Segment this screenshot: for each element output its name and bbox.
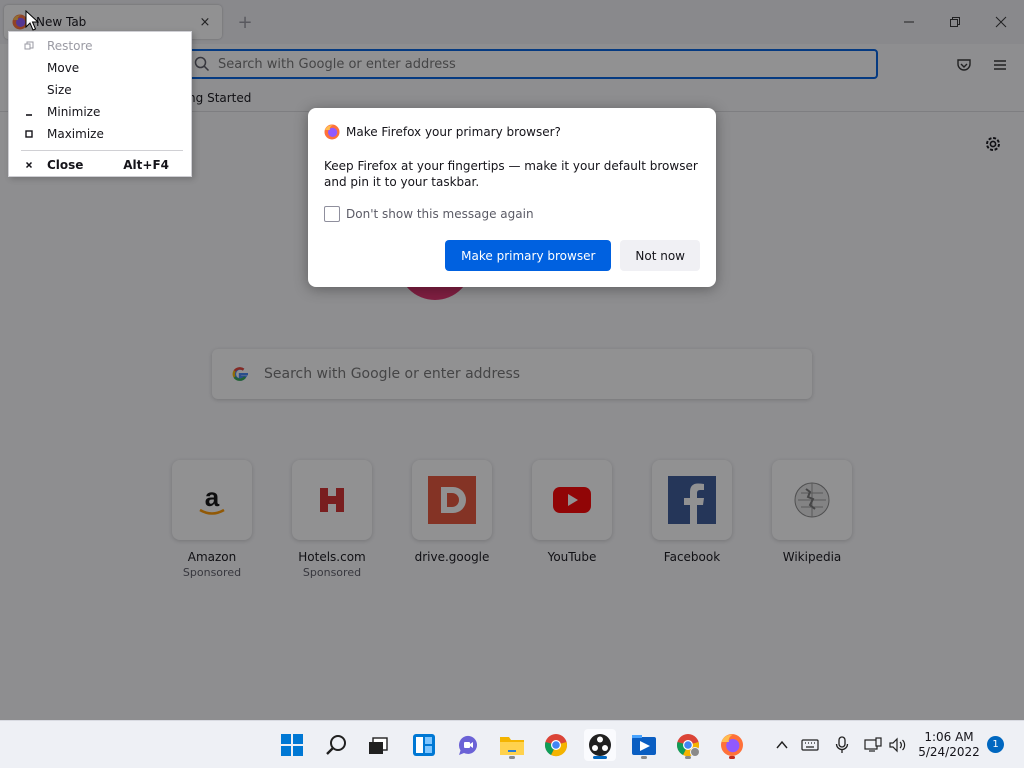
- firefox-icon[interactable]: [716, 729, 748, 761]
- chrome-profile-icon[interactable]: [672, 729, 704, 761]
- top-site-facebook[interactable]: Facebook: [650, 460, 734, 566]
- mouse-cursor-icon: [25, 10, 39, 31]
- tab-title: New Tab: [36, 15, 87, 29]
- search-icon: [194, 56, 210, 72]
- menu-separator: [21, 150, 183, 151]
- top-site-amazon[interactable]: a Amazon Sponsored: [170, 460, 254, 579]
- media-player-icon[interactable]: [628, 729, 660, 761]
- dont-show-again-label: Don't show this message again: [346, 207, 534, 221]
- google-icon: [232, 367, 248, 381]
- search-icon[interactable]: [320, 729, 352, 761]
- top-sites: a Amazon Sponsored Hotels.com Sponsored: [170, 460, 870, 590]
- hotels-icon: [320, 488, 344, 512]
- drive-icon: [428, 476, 476, 524]
- menu-item-close[interactable]: Close Alt+F4: [9, 154, 191, 176]
- menu-item-minimize[interactable]: Minimize: [9, 101, 191, 123]
- dialog-message: Keep Firefox at your fingertips — make i…: [324, 159, 698, 189]
- dont-show-again-row[interactable]: Don't show this message again: [324, 206, 700, 222]
- task-view-icon[interactable]: [362, 729, 394, 761]
- menu-item-size[interactable]: Size: [9, 79, 191, 101]
- close-icon: [23, 159, 35, 171]
- taskbar-clock[interactable]: 1:06 AM 5/24/2022: [916, 730, 982, 760]
- top-site-drive[interactable]: drive.google: [410, 460, 494, 566]
- make-primary-browser-button[interactable]: Make primary browser: [445, 240, 612, 271]
- minimize-icon[interactable]: [886, 0, 932, 44]
- menu-item-restore[interactable]: Restore: [9, 35, 191, 57]
- widgets-icon[interactable]: [408, 729, 440, 761]
- new-tab-button[interactable]: +: [234, 11, 256, 33]
- restore-icon[interactable]: [932, 0, 978, 44]
- gear-icon[interactable]: [983, 134, 1003, 154]
- maximize-icon: [23, 128, 35, 140]
- file-explorer-icon[interactable]: [496, 729, 528, 761]
- amazon-icon: a: [199, 482, 225, 515]
- keyboard-icon[interactable]: [800, 735, 820, 755]
- pocket-icon[interactable]: [954, 55, 974, 75]
- close-icon[interactable]: [978, 0, 1024, 44]
- default-browser-dialog: Make Firefox your primary browser? Keep …: [308, 108, 716, 287]
- firefox-icon: [324, 124, 340, 140]
- restore-icon: [23, 40, 35, 52]
- clock-date: 5/24/2022: [918, 745, 980, 759]
- microphone-icon[interactable]: [832, 735, 852, 755]
- top-site-hotels[interactable]: Hotels.com Sponsored: [290, 460, 374, 579]
- top-site-wikipedia[interactable]: Wikipedia: [770, 460, 854, 566]
- windows-taskbar: 1:06 AM 5/24/2022 1: [0, 720, 1024, 768]
- windows-start-icon[interactable]: [276, 729, 308, 761]
- address-input[interactable]: [218, 56, 876, 72]
- newtab-search-box[interactable]: [212, 349, 812, 399]
- window-system-menu: Restore Move Size Minimize Maximize Clos…: [8, 31, 192, 177]
- facebook-icon: [668, 476, 716, 524]
- network-icon[interactable]: [863, 735, 883, 755]
- clock-time: 1:06 AM: [924, 730, 974, 744]
- address-bar[interactable]: [182, 49, 878, 79]
- dont-show-again-checkbox[interactable]: [324, 206, 340, 222]
- svg-text:a: a: [205, 482, 220, 512]
- close-shortcut: Alt+F4: [123, 158, 169, 172]
- menu-item-maximize[interactable]: Maximize: [9, 123, 191, 145]
- teams-chat-icon[interactable]: [452, 729, 484, 761]
- chevron-up-icon[interactable]: [772, 735, 792, 755]
- speaker-icon[interactable]: [888, 735, 908, 755]
- notification-badge[interactable]: 1: [987, 736, 1004, 753]
- dialog-title: Make Firefox your primary browser?: [346, 125, 561, 139]
- chrome-icon[interactable]: [540, 729, 572, 761]
- top-site-youtube[interactable]: YouTube: [530, 460, 614, 566]
- wikipedia-icon: [794, 482, 830, 518]
- minimize-icon: [23, 106, 35, 118]
- hamburger-menu-icon[interactable]: [990, 55, 1010, 75]
- menu-item-move[interactable]: Move: [9, 57, 191, 79]
- tab-close-icon[interactable]: ×: [196, 13, 214, 31]
- not-now-button[interactable]: Not now: [620, 240, 700, 271]
- obs-icon[interactable]: [584, 729, 616, 761]
- youtube-icon: [553, 487, 591, 513]
- newtab-search-input[interactable]: [264, 366, 812, 382]
